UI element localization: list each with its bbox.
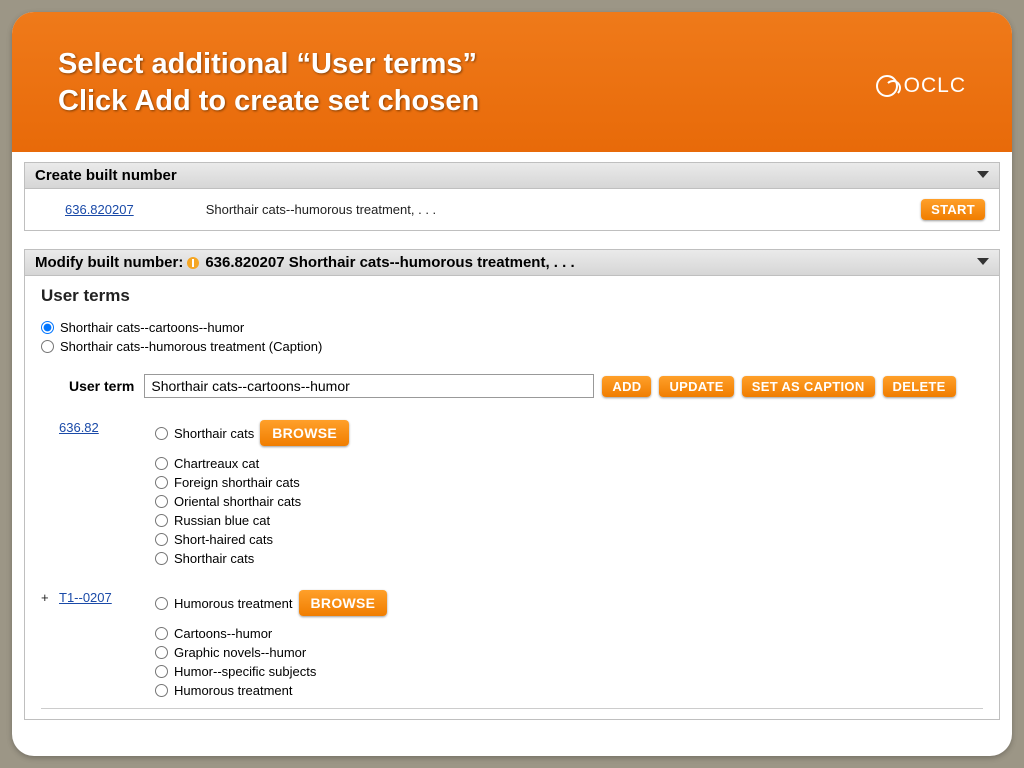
option-label: Russian blue cat bbox=[174, 513, 270, 528]
user-terms-heading: User terms bbox=[41, 286, 983, 306]
oclc-icon bbox=[876, 75, 898, 97]
user-term-label: User term bbox=[69, 378, 134, 394]
separator bbox=[41, 708, 983, 709]
radio-input[interactable] bbox=[155, 552, 168, 565]
number-description: Shorthair cats--humorous treatment, . . … bbox=[206, 202, 436, 217]
update-button[interactable]: UPDATE bbox=[659, 376, 733, 397]
set-as-caption-button[interactable]: SET AS CAPTION bbox=[742, 376, 875, 397]
create-panel-row: 636.820207 Shorthair cats--humorous trea… bbox=[25, 189, 999, 230]
option-head: Humorous treatment BROWSE bbox=[155, 590, 983, 616]
slide-title: Select additional “User terms” Click Add… bbox=[58, 46, 966, 120]
user-term-radio-1[interactable]: Shorthair cats--cartoons--humor bbox=[41, 318, 983, 337]
option-label: Humor--specific subjects bbox=[174, 664, 316, 679]
option-label: Cartoons--humor bbox=[174, 626, 272, 641]
option-label: Short-haired cats bbox=[174, 532, 273, 547]
oclc-text: OCLC bbox=[904, 74, 966, 98]
plus-indicator bbox=[41, 420, 59, 568]
option-item[interactable]: Humorous treatment bbox=[155, 681, 983, 700]
option-item[interactable]: Foreign shorthair cats bbox=[155, 473, 983, 492]
create-built-number-panel: Create built number 636.820207 Shorthair… bbox=[24, 162, 1000, 231]
classification-code: T1--0207 bbox=[59, 590, 155, 700]
user-term-input-row: User term ADD UPDATE SET AS CAPTION DELE… bbox=[69, 374, 983, 398]
modify-title-prefix: Modify built number: bbox=[35, 254, 183, 271]
option-label: Graphic novels--humor bbox=[174, 645, 306, 660]
browse-button[interactable]: BROWSE bbox=[299, 590, 388, 616]
modify-panel-header[interactable]: Modify built number: 636.820207 Shorthai… bbox=[25, 250, 999, 276]
start-button[interactable]: START bbox=[921, 199, 985, 220]
body: Create built number 636.820207 Shorthair… bbox=[12, 152, 1012, 748]
modify-panel-body: User terms Shorthair cats--cartoons--hum… bbox=[25, 276, 999, 719]
option-label: Shorthair cats bbox=[174, 551, 254, 566]
modify-title-value: 636.820207 Shorthair cats--humorous trea… bbox=[205, 254, 574, 271]
browse-button[interactable]: BROWSE bbox=[260, 420, 349, 446]
radio-input[interactable] bbox=[155, 597, 168, 610]
radio-input[interactable] bbox=[155, 457, 168, 470]
add-button[interactable]: ADD bbox=[602, 376, 651, 397]
option-item[interactable]: Oriental shorthair cats bbox=[155, 492, 983, 511]
radio-input[interactable] bbox=[41, 340, 54, 353]
slide-card: Select additional “User terms” Click Add… bbox=[12, 12, 1012, 756]
radio-input[interactable] bbox=[155, 514, 168, 527]
info-icon bbox=[187, 257, 199, 269]
radio-input[interactable] bbox=[155, 627, 168, 640]
user-term-radio-2[interactable]: Shorthair cats--humorous treatment (Capt… bbox=[41, 337, 983, 356]
option-label: Humorous treatment bbox=[174, 683, 293, 698]
oclc-logo: OCLC bbox=[876, 74, 966, 98]
option-item[interactable]: Short-haired cats bbox=[155, 530, 983, 549]
term-block: + T1--0207 Humorous treatment BROWSE Car… bbox=[41, 590, 983, 700]
option-item[interactable]: Shorthair cats bbox=[155, 549, 983, 568]
title-line-2: Click Add to create set chosen bbox=[58, 85, 479, 117]
create-panel-header[interactable]: Create built number bbox=[25, 163, 999, 189]
options-list: Humorous treatment BROWSE Cartoons--humo… bbox=[155, 590, 983, 700]
radio-label: Shorthair cats--cartoons--humor bbox=[60, 320, 244, 335]
option-item[interactable]: Chartreaux cat bbox=[155, 454, 983, 473]
radio-input[interactable] bbox=[41, 321, 54, 334]
code-link[interactable]: T1--0207 bbox=[59, 590, 112, 605]
user-term-input[interactable] bbox=[144, 374, 594, 398]
title-line-1: Select additional “User terms” bbox=[58, 48, 477, 80]
number-link[interactable]: 636.820207 bbox=[65, 202, 134, 217]
option-head-label: Humorous treatment bbox=[174, 596, 293, 611]
modify-built-number-panel: Modify built number: 636.820207 Shorthai… bbox=[24, 249, 1000, 720]
option-head: Shorthair cats BROWSE bbox=[155, 420, 983, 446]
options-list: Shorthair cats BROWSE Chartreaux cat For… bbox=[155, 420, 983, 568]
radio-label: Shorthair cats--humorous treatment (Capt… bbox=[60, 339, 322, 354]
radio-input[interactable] bbox=[155, 684, 168, 697]
chevron-down-icon bbox=[977, 258, 989, 265]
option-item[interactable]: Humor--specific subjects bbox=[155, 662, 983, 681]
plus-indicator: + bbox=[41, 590, 59, 700]
radio-input[interactable] bbox=[155, 646, 168, 659]
code-link[interactable]: 636.82 bbox=[59, 420, 99, 435]
radio-input[interactable] bbox=[155, 427, 168, 440]
radio-input[interactable] bbox=[155, 533, 168, 546]
chevron-down-icon bbox=[977, 171, 989, 178]
radio-input[interactable] bbox=[155, 495, 168, 508]
term-block: 636.82 Shorthair cats BROWSE Chartreaux … bbox=[41, 420, 983, 568]
option-item[interactable]: Cartoons--humor bbox=[155, 624, 983, 643]
option-label: Foreign shorthair cats bbox=[174, 475, 300, 490]
header: Select additional “User terms” Click Add… bbox=[12, 12, 1012, 152]
option-item[interactable]: Russian blue cat bbox=[155, 511, 983, 530]
delete-button[interactable]: DELETE bbox=[883, 376, 956, 397]
radio-input[interactable] bbox=[155, 476, 168, 489]
option-head-label: Shorthair cats bbox=[174, 426, 254, 441]
create-panel-title: Create built number bbox=[35, 167, 177, 184]
classification-code: 636.82 bbox=[59, 420, 155, 568]
option-item[interactable]: Graphic novels--humor bbox=[155, 643, 983, 662]
radio-input[interactable] bbox=[155, 665, 168, 678]
option-label: Oriental shorthair cats bbox=[174, 494, 301, 509]
option-label: Chartreaux cat bbox=[174, 456, 259, 471]
